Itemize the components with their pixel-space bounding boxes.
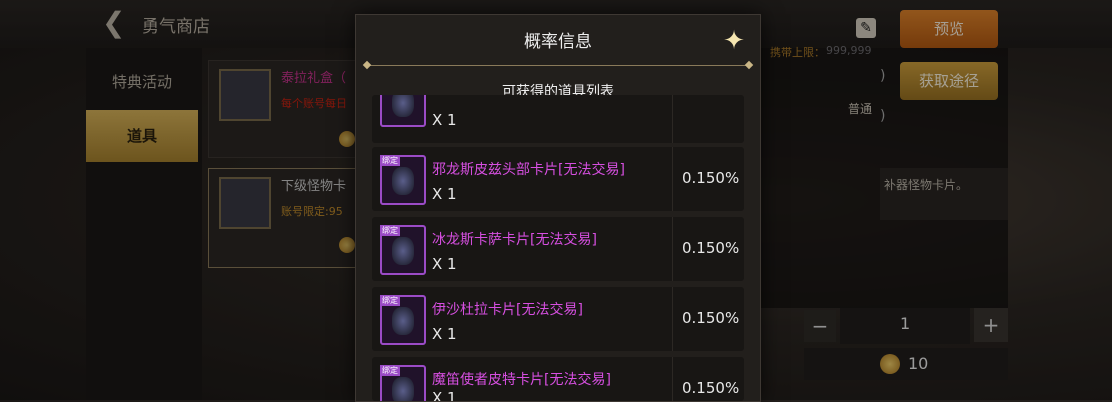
item-quantity: X 1 xyxy=(432,111,457,129)
row-separator xyxy=(672,217,673,281)
row-separator xyxy=(672,357,673,401)
row-separator xyxy=(672,147,673,211)
item-probability: 0.150% xyxy=(682,239,740,257)
item-quantity: X 1 xyxy=(432,389,457,401)
item-probability: 0.150% xyxy=(682,379,740,397)
item-quantity: X 1 xyxy=(432,255,457,273)
item-name: 冰龙斯卡萨卡片[无法交易] xyxy=(432,232,597,248)
list-item: 绑定 伊沙杜拉卡片[无法交易] X 1 0.150% xyxy=(372,287,744,351)
row-separator xyxy=(672,95,673,143)
item-probability: 0.150% xyxy=(682,309,740,327)
bound-badge: 绑定 xyxy=(380,365,400,376)
modal-title: 概率信息 xyxy=(524,32,592,52)
item-quantity: X 1 xyxy=(432,185,457,203)
card-icon: 绑定 xyxy=(380,295,426,345)
bound-badge: 绑定 xyxy=(380,155,400,166)
list-item: X 1 xyxy=(372,95,744,143)
card-icon xyxy=(380,95,426,127)
divider-ornament xyxy=(362,60,372,70)
bound-badge: 绑定 xyxy=(380,225,400,236)
divider-ornament xyxy=(744,60,754,70)
probability-modal: 概率信息 ✦ 可获得的道具列表 X 1 绑定 邪龙斯皮兹头部卡片[无法交易] X… xyxy=(355,14,761,402)
card-art xyxy=(392,307,414,335)
card-art xyxy=(392,237,414,265)
card-art xyxy=(392,377,414,401)
card-icon: 绑定 xyxy=(380,225,426,275)
card-icon: 绑定 xyxy=(380,365,426,401)
row-separator xyxy=(672,287,673,351)
card-icon: 绑定 xyxy=(380,155,426,205)
card-art xyxy=(392,167,414,195)
item-name: 邪龙斯皮兹头部卡片[无法交易] xyxy=(432,162,625,178)
bound-badge: 绑定 xyxy=(380,295,400,306)
list-item: 绑定 魔笛使者皮特卡片[无法交易] X 1 0.150% xyxy=(372,357,744,401)
list-item: 绑定 冰龙斯卡萨卡片[无法交易] X 1 0.150% xyxy=(372,217,744,281)
card-art xyxy=(392,95,414,117)
item-quantity: X 1 xyxy=(432,325,457,343)
item-name: 魔笛使者皮特卡片[无法交易] xyxy=(432,372,611,388)
item-probability: 0.150% xyxy=(682,169,740,187)
divider xyxy=(366,65,748,66)
list-item: 绑定 邪龙斯皮兹头部卡片[无法交易] X 1 0.150% xyxy=(372,147,744,211)
item-name: 伊沙杜拉卡片[无法交易] xyxy=(432,302,583,318)
close-icon[interactable]: ✦ xyxy=(720,27,748,55)
